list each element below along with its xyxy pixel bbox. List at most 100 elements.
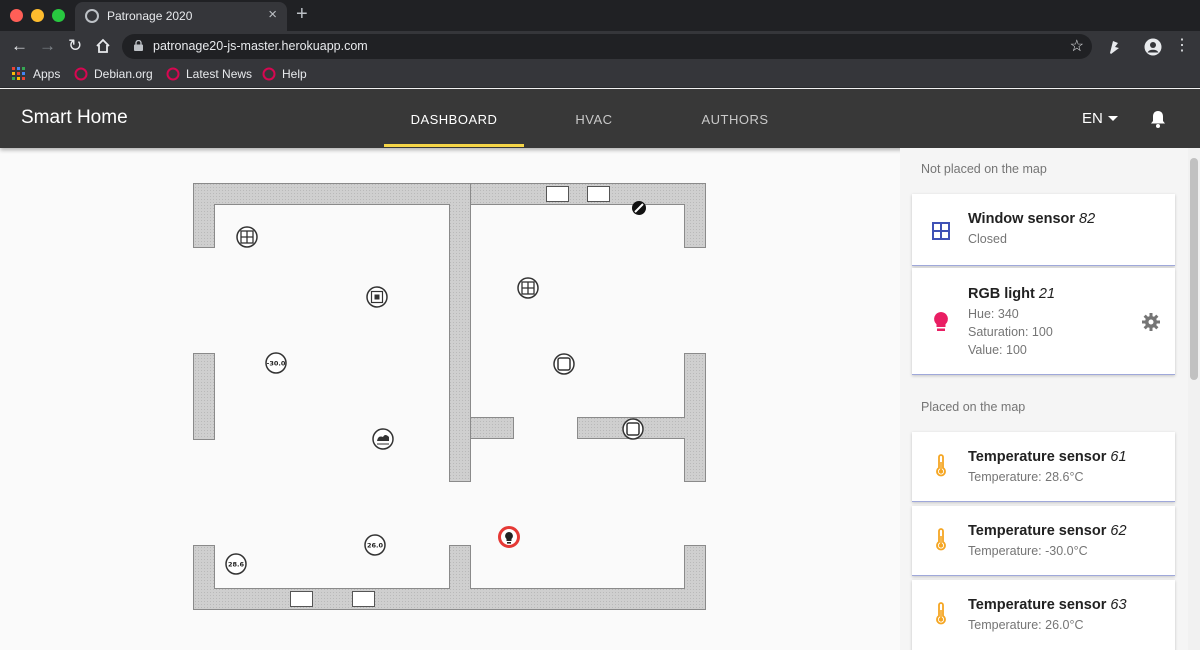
gear-icon[interactable] — [1141, 312, 1161, 332]
panel-scrollbar[interactable] — [1188, 148, 1200, 650]
address-bar[interactable]: patronage20-js-master.herokuapp.com ☆ — [122, 34, 1092, 59]
card-title: Temperature sensor 63 — [968, 597, 1127, 613]
back-icon[interactable]: ← — [11, 35, 28, 57]
sensor-id: 61 — [1110, 449, 1127, 465]
wall-bottom — [193, 545, 706, 610]
sensor-id: 21 — [1038, 286, 1056, 302]
sensor-name: Temperature sensor — [968, 597, 1107, 613]
window-sensor-marker[interactable] — [517, 277, 539, 299]
app-bar: Smart Home DASHBOARD HVAC AUTHORS EN — [0, 89, 1200, 148]
placed-title: Placed on the map — [921, 400, 1026, 414]
light-saturation: Saturation: 100 — [968, 325, 1053, 339]
reload-icon[interactable]: ↻ — [68, 35, 82, 57]
sensor-id: 63 — [1110, 597, 1127, 613]
temperature-marker[interactable]: -30.0 — [265, 352, 287, 374]
globe-icon — [85, 9, 99, 23]
wall-center-stub — [470, 417, 514, 439]
bookmark-help[interactable]: Help — [282, 67, 307, 81]
temperature-reading: Temperature: 26.0°C — [968, 618, 1084, 632]
smoke-sensor-marker[interactable] — [372, 428, 394, 450]
temperature-marker[interactable]: 26.0 — [364, 534, 386, 556]
menu-kebab-icon[interactable]: ⋮ — [1174, 35, 1190, 57]
debian-icon — [74, 67, 88, 81]
walls — [193, 183, 706, 610]
window-sensor-marker[interactable] — [553, 353, 575, 375]
browser-tab-bar: Patronage 2020 × + — [0, 0, 1200, 31]
radiator-marker[interactable] — [366, 286, 388, 308]
lock-icon — [134, 40, 143, 51]
tab-authors[interactable]: AUTHORS — [665, 112, 805, 127]
debian-icon — [262, 67, 276, 81]
tab-dashboard[interactable]: DASHBOARD — [384, 112, 524, 127]
temperature-reading: Temperature: 28.6°C — [968, 470, 1084, 484]
thermometer-icon — [936, 454, 946, 477]
sensor-card-rgb-light[interactable]: RGB light 21 Hue: 340 Saturation: 100 Va… — [912, 268, 1175, 375]
temperature-marker-label: -30.0 — [267, 360, 286, 368]
language-select[interactable]: EN — [1070, 103, 1130, 135]
bookmark-debian[interactable]: Debian.org — [94, 67, 153, 81]
tab-title: Patronage 2020 — [107, 9, 193, 23]
sensor-card-temperature[interactable]: Temperature sensor 63 Temperature: 26.0°… — [912, 580, 1175, 650]
floor-plan-svg: -30.0 26.0 28.6 — [193, 183, 706, 610]
new-tab-icon[interactable]: + — [296, 3, 308, 26]
home-icon[interactable] — [95, 38, 111, 54]
floor-plan-map[interactable]: -30.0 26.0 28.6 — [0, 148, 900, 650]
bookmark-apps[interactable]: Apps — [33, 67, 60, 81]
sensor-name: Temperature sensor — [968, 449, 1107, 465]
wall-right-partition — [577, 353, 706, 482]
temperature-reading: Temperature: -30.0°C — [968, 544, 1088, 558]
wall-left-middle — [193, 353, 215, 440]
caret-down-icon — [1108, 116, 1118, 121]
tab-hvac[interactable]: HVAC — [524, 112, 664, 127]
close-tab-icon[interactable]: × — [268, 6, 277, 23]
sensor-name: RGB light — [968, 286, 1035, 302]
url-text: patronage20-js-master.herokuapp.com — [153, 39, 368, 53]
rgb-light-marker[interactable] — [498, 526, 520, 548]
sensor-name: Window sensor — [968, 211, 1076, 227]
card-title: RGB light 21 — [968, 286, 1055, 302]
sensor-id: 82 — [1079, 211, 1096, 227]
window-sensor-marker[interactable] — [236, 226, 258, 248]
card-title: Temperature sensor 61 — [968, 449, 1127, 465]
forward-icon[interactable]: → — [39, 35, 56, 57]
scrollbar-thumb[interactable] — [1190, 158, 1198, 380]
window-opening — [546, 186, 569, 202]
light-hue: Hue: 340 — [968, 307, 1019, 321]
sensor-card-temperature[interactable]: Temperature sensor 62 Temperature: -30.0… — [912, 506, 1175, 576]
sensor-name: Temperature sensor — [968, 523, 1107, 539]
thermometer-icon — [936, 602, 946, 625]
wall-top-left — [193, 183, 471, 482]
browser-toolbar: ← → ↻ patronage20-js-master.herokuapp.co… — [0, 31, 1200, 62]
sensor-id: 62 — [1110, 523, 1127, 539]
bookmark-latest-news[interactable]: Latest News — [186, 67, 252, 81]
browser-tab[interactable]: Patronage 2020 × — [75, 2, 287, 31]
sensor-card-temperature[interactable]: Temperature sensor 61 Temperature: 28.6°… — [912, 432, 1175, 502]
card-title: Window sensor 82 — [968, 211, 1095, 227]
bell-icon[interactable] — [1148, 109, 1168, 129]
window-icon — [932, 222, 950, 240]
window-opening — [352, 591, 375, 607]
temperature-marker[interactable]: 28.6 — [225, 553, 247, 575]
thermometer-icon — [936, 528, 946, 551]
profile-icon[interactable] — [1144, 38, 1162, 56]
window-sensor-marker[interactable] — [622, 418, 644, 440]
extension-icon[interactable] — [1107, 39, 1121, 55]
window-opening — [290, 591, 313, 607]
close-window-button[interactable] — [10, 9, 23, 22]
minimize-window-button[interactable] — [31, 9, 44, 22]
sensor-card-window[interactable]: Window sensor 82 Closed — [912, 194, 1175, 266]
card-title: Temperature sensor 62 — [968, 523, 1127, 539]
active-tab-indicator — [384, 144, 524, 147]
bookmarks-bar: Apps Debian.org Latest News Help — [0, 62, 1200, 88]
bulb-icon — [934, 312, 948, 331]
sensor-status: Closed — [968, 232, 1007, 246]
maximize-window-button[interactable] — [52, 9, 65, 22]
window-opening — [587, 186, 610, 202]
language-value: EN — [1082, 110, 1103, 127]
blocked-marker[interactable] — [632, 201, 646, 215]
temperature-marker-label: 28.6 — [228, 561, 245, 569]
not-placed-title: Not placed on the map — [921, 162, 1047, 176]
sensor-panel: Not placed on the map Window sensor 82 C… — [900, 148, 1188, 650]
bookmark-star-icon[interactable]: ☆ — [1070, 36, 1084, 56]
apps-grid-icon — [12, 67, 25, 80]
